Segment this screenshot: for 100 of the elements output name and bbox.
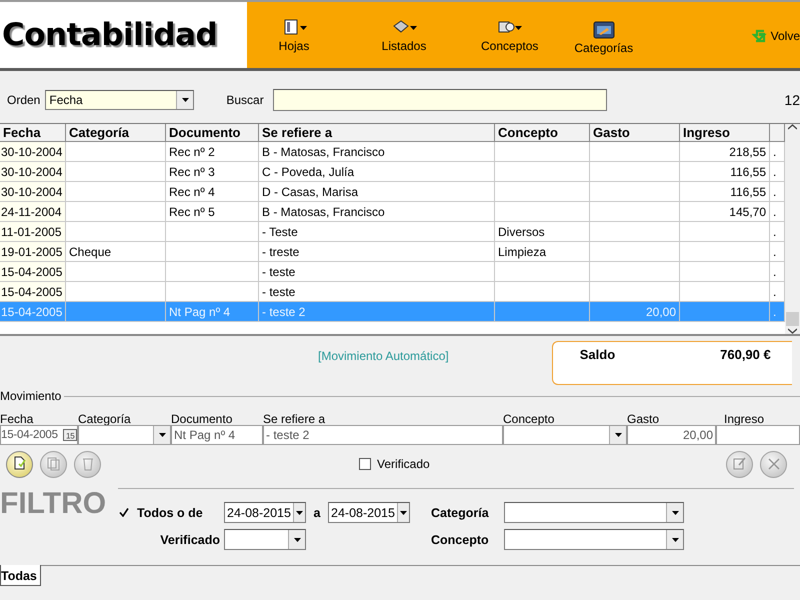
- range-label: a: [312, 506, 322, 520]
- dropdown-arrow-icon[interactable]: [296, 510, 303, 514]
- text-field[interactable]: - teste 2: [263, 425, 503, 445]
- table-cell: 116,55: [680, 182, 770, 202]
- checkbox-label: Todos o de: [136, 506, 204, 520]
- table-cell: B - Matosas, Francisco: [259, 142, 495, 162]
- number-field[interactable]: [716, 425, 800, 445]
- check-icon: [119, 508, 129, 517]
- column-header[interactable]: Ingreso: [680, 124, 770, 142]
- dropdown-arrow-icon[interactable]: [294, 538, 300, 542]
- verified-checkbox[interactable]: [359, 458, 371, 470]
- copy-icon: [44, 455, 62, 473]
- auto-movement-label: [Movimiento Automático]: [318, 349, 449, 363]
- field-label: Concepto: [503, 412, 556, 426]
- dropdown-arrow-icon[interactable]: [672, 538, 678, 542]
- field-label: Gasto: [627, 412, 660, 426]
- verified-combo[interactable]: [224, 529, 306, 550]
- table-cell: - Teste: [259, 222, 495, 242]
- table-cell: .: [770, 302, 785, 322]
- dropdown-arrow-icon[interactable]: [400, 510, 407, 514]
- table-cell: 218,55: [680, 142, 770, 162]
- category-combo[interactable]: [504, 502, 684, 523]
- section-title: Movimiento: [0, 389, 62, 403]
- concept-combo[interactable]: [504, 529, 684, 550]
- search-label: Buscar: [226, 92, 264, 106]
- app-title: Contabilidad: [2, 17, 218, 53]
- field-label: Categoría: [78, 412, 132, 426]
- table-cell: Rec nº 5: [166, 202, 259, 222]
- table-cell: Limpieza: [495, 242, 590, 262]
- date-from-combo[interactable]: 24-08-2015: [224, 502, 306, 523]
- table-cell: 20,00: [590, 302, 680, 322]
- dropdown-arrow-icon[interactable]: [410, 26, 416, 30]
- table-cell: 11-01-2005: [0, 222, 66, 242]
- scroll-thumb[interactable]: [786, 312, 799, 326]
- dropdown-arrow-icon[interactable]: [672, 510, 678, 514]
- date-to-combo[interactable]: 24-08-2015: [328, 502, 410, 523]
- dropdown-arrow-icon[interactable]: [300, 26, 306, 30]
- field-label: Categoría: [430, 506, 490, 520]
- table-cell: 24-11-2004: [0, 202, 66, 222]
- field-label: Se refiere a: [263, 412, 326, 426]
- tab[interactable]: Todas: [0, 565, 41, 586]
- toolbar-button[interactable]: Categorías: [574, 20, 634, 55]
- table-cell: Nt Pag nº 4: [166, 302, 259, 322]
- table-cell: D - Casas, Marisa: [259, 182, 495, 202]
- filter-title: FILTRO: [0, 487, 108, 522]
- field-label: Concepto: [430, 532, 490, 546]
- table-cell: 116,55: [680, 162, 770, 182]
- table-cell: 15-04-2005: [0, 282, 66, 302]
- field-label: Documento: [171, 412, 234, 426]
- table-cell: 30-10-2004: [0, 142, 66, 162]
- scroll-down-icon[interactable]: [788, 328, 797, 334]
- table-cell: 15-04-2005: [0, 302, 66, 322]
- back-button[interactable]: Volve: [752, 29, 800, 43]
- table-cell: Rec nº 2: [166, 142, 259, 162]
- scrollbar[interactable]: [785, 124, 800, 334]
- search-field[interactable]: [272, 88, 607, 110]
- column-header[interactable]: Categoría: [66, 124, 166, 142]
- checkbox-label: Verificado: [377, 457, 430, 471]
- all-dates-checkbox[interactable]: [118, 506, 130, 518]
- table-cell: 19-01-2005: [0, 242, 66, 262]
- table-cell: - teste: [259, 262, 495, 282]
- table-cell: - teste 2: [259, 302, 495, 322]
- combo-field[interactable]: [503, 425, 627, 445]
- toolbar-button[interactable]: Hojas: [269, 18, 319, 53]
- table-cell: Rec nº 4: [166, 182, 259, 202]
- field-label: Ingreso: [724, 412, 766, 426]
- column-header[interactable]: Gasto: [590, 124, 680, 142]
- combo-field[interactable]: [78, 425, 171, 445]
- table-cell: Cheque: [66, 242, 166, 262]
- field-label: Fecha: [0, 412, 34, 426]
- balance-value: 760,90 €: [720, 347, 771, 364]
- table-cell: Diversos: [495, 222, 590, 242]
- table-cell: C - Poveda, Julía: [259, 162, 495, 182]
- column-header[interactable]: Se refiere a: [259, 124, 495, 142]
- new-button[interactable]: [6, 450, 33, 478]
- dropdown-arrow-icon[interactable]: [158, 433, 166, 437]
- table-cell: 30-10-2004: [0, 162, 66, 182]
- dropdown-arrow-icon[interactable]: [515, 26, 522, 30]
- table-cell: 30-10-2004: [0, 182, 66, 202]
- text-field[interactable]: Nt Pag nº 4: [171, 425, 263, 445]
- order-combo[interactable]: Fecha: [45, 90, 194, 110]
- date-field[interactable]: 15-04-2005 15: [0, 425, 78, 445]
- table-cell: - treste: [259, 242, 495, 262]
- column-header[interactable]: Concepto: [495, 124, 590, 142]
- table-cell: 145,70: [680, 202, 770, 222]
- dropdown-arrow-icon[interactable]: [182, 98, 189, 102]
- field-label: Verificado: [160, 532, 221, 546]
- column-header[interactable]: Fecha: [0, 124, 66, 142]
- balance-label: Saldo: [580, 347, 616, 364]
- number-field[interactable]: 20,00: [627, 425, 716, 445]
- scroll-up-icon[interactable]: [788, 124, 797, 130]
- record-count: 12: [784, 92, 800, 108]
- toolbar-button[interactable]: Listados: [379, 18, 429, 53]
- table-cell: B - Matosas, Francisco: [259, 202, 495, 222]
- column-header[interactable]: Documento: [166, 124, 259, 142]
- toolbar-button[interactable]: Conceptos: [481, 18, 538, 53]
- film-icon: [592, 20, 615, 40]
- dropdown-arrow-icon[interactable]: [614, 433, 622, 437]
- calendar-icon[interactable]: 15: [63, 429, 77, 441]
- table-cell: 15-04-2005: [0, 262, 66, 282]
